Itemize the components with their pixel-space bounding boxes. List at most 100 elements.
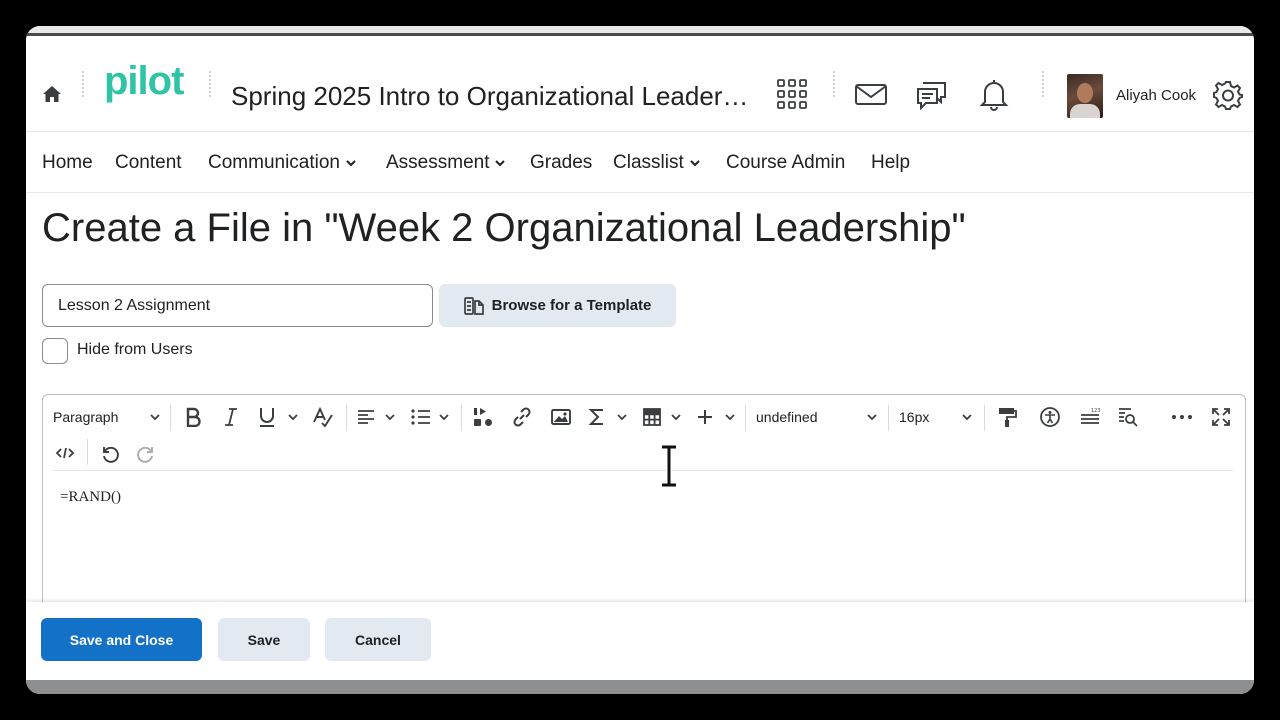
page-title: Create a File in "Week 2 Organizational …: [42, 206, 966, 250]
site-header: pilot Spring 2025 Intro to Organizationa…: [26, 39, 1254, 131]
toolbar-divider: [87, 439, 88, 465]
nav-content[interactable]: Content: [115, 152, 182, 174]
editor-content[interactable]: =RAND(): [60, 489, 121, 506]
insert-stuff-button[interactable]: [471, 405, 495, 429]
nav-assessment[interactable]: Assessment: [386, 152, 506, 174]
redo-button[interactable]: [135, 441, 159, 465]
window-top-edge: [26, 26, 1254, 36]
window-bottom-bar: [26, 680, 1254, 694]
header-divider: [1042, 71, 1044, 97]
equation-button[interactable]: [588, 405, 628, 429]
toolbar-divider: [745, 405, 746, 431]
header-divider: [209, 71, 211, 97]
font-family-select[interactable]: undefined: [756, 405, 878, 429]
chevron-down-icon: [495, 160, 506, 167]
nav-assessment-label: Assessment: [386, 152, 490, 173]
avatar[interactable]: [1067, 74, 1103, 118]
align-left-icon: [358, 410, 374, 424]
more-options-button[interactable]: [1170, 405, 1194, 429]
svg-text:123: 123: [1091, 408, 1101, 414]
save-and-close-button[interactable]: Save and Close: [41, 618, 202, 661]
toolbar-divider: [984, 405, 985, 431]
mail-icon[interactable]: [854, 77, 888, 111]
file-title-input[interactable]: [42, 284, 433, 327]
editor-toolbar: Paragraph undefined 16px 123: [43, 395, 1245, 439]
notification-bell-icon[interactable]: [977, 77, 1011, 111]
nav-classlist-label: Classlist: [613, 152, 684, 173]
fullscreen-button[interactable]: [1209, 405, 1233, 429]
nav-grades[interactable]: Grades: [530, 152, 592, 174]
bold-icon: [186, 407, 201, 427]
block-format-select[interactable]: Paragraph: [53, 405, 161, 429]
font-size-select[interactable]: 16px: [899, 405, 973, 429]
hide-from-users-label[interactable]: Hide from Users: [77, 341, 193, 359]
chevron-down-icon: [439, 414, 449, 421]
bulleted-list-icon: [411, 409, 430, 425]
chat-icon[interactable]: [915, 77, 949, 111]
italic-icon: [225, 408, 237, 426]
hide-from-users-checkbox[interactable]: [42, 338, 68, 364]
header-divider: [82, 71, 84, 97]
toolbar-divider: [346, 405, 347, 431]
nav-help[interactable]: Help: [871, 152, 910, 174]
insert-button[interactable]: [696, 405, 736, 429]
chevron-down-icon: [288, 414, 298, 421]
accessibility-checker-button[interactable]: [1038, 405, 1062, 429]
preview-button[interactable]: [1116, 405, 1140, 429]
insert-link-button[interactable]: [510, 405, 534, 429]
undo-button[interactable]: [97, 441, 121, 465]
user-name[interactable]: Aliyah Cook: [1116, 87, 1196, 104]
toolbar-divider: [170, 405, 171, 431]
underline-button[interactable]: [257, 405, 299, 429]
chevron-down-icon: [725, 414, 735, 421]
word-count-button[interactable]: 123: [1078, 405, 1102, 429]
word-count-icon: 123: [1081, 408, 1101, 424]
chevron-down-icon: [690, 160, 700, 167]
insert-stuff-icon: [474, 408, 492, 426]
home-icon[interactable]: [41, 83, 63, 105]
html-editor: Paragraph undefined 16px 123 =RAND(): [42, 394, 1246, 634]
header-divider: [833, 71, 835, 97]
sigma-icon: [588, 409, 603, 425]
format-painter-button[interactable]: [995, 405, 1019, 429]
pilot-logo[interactable]: pilot: [104, 59, 184, 104]
gear-icon[interactable]: [1213, 80, 1243, 110]
expand-icon: [1212, 408, 1230, 426]
italic-button[interactable]: [219, 405, 243, 429]
chevron-down-icon: [150, 414, 160, 421]
text-styles-button[interactable]: [311, 405, 335, 429]
course-selector-grid-icon[interactable]: [775, 77, 809, 111]
redo-icon: [137, 446, 153, 463]
save-button[interactable]: Save: [218, 618, 310, 661]
table-button[interactable]: [642, 405, 682, 429]
toolbar-bottom-divider: [53, 470, 1233, 471]
browse-template-label: Browse for a Template: [491, 297, 652, 314]
link-icon: [513, 407, 531, 427]
nav-communication[interactable]: Communication: [208, 152, 357, 174]
preview-icon: [1119, 408, 1138, 427]
toolbar-divider: [461, 405, 462, 431]
browse-template-button[interactable]: Browse for a Template: [439, 284, 676, 327]
font-size-value: 16px: [899, 409, 930, 425]
nav-course-admin[interactable]: Course Admin: [726, 152, 845, 174]
align-button[interactable]: [356, 405, 396, 429]
course-navbar: Home Content Communication Assessment Gr…: [26, 131, 1254, 193]
undo-icon: [103, 446, 119, 463]
nav-home[interactable]: Home: [42, 152, 93, 174]
insert-image-button[interactable]: [549, 405, 573, 429]
accessibility-icon: [1040, 407, 1060, 427]
source-code-button[interactable]: [53, 441, 77, 465]
browser-frame: pilot Spring 2025 Intro to Organizationa…: [26, 26, 1254, 694]
list-button[interactable]: [410, 405, 450, 429]
nav-classlist[interactable]: Classlist: [613, 152, 701, 174]
cancel-button[interactable]: Cancel: [325, 618, 431, 661]
chevron-down-icon: [671, 414, 681, 421]
nav-communication-label: Communication: [208, 152, 340, 173]
course-title[interactable]: Spring 2025 Intro to Organizational Lead…: [231, 81, 748, 112]
underline-icon: [260, 408, 274, 427]
plus-icon: [698, 410, 712, 424]
chevron-down-icon: [867, 414, 877, 421]
text-cursor-icon: [662, 445, 676, 487]
bold-button[interactable]: [181, 405, 205, 429]
text-style-icon: [313, 406, 333, 428]
